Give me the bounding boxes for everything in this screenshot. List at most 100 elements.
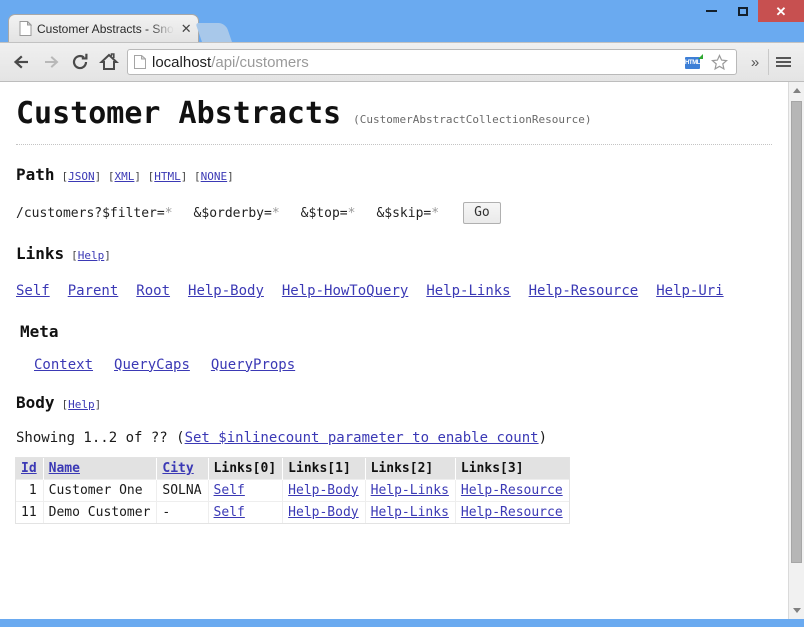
cell-link-0[interactable]: Self <box>208 478 284 502</box>
url-path: /api/customers <box>211 53 309 71</box>
path-format-json[interactable]: JSON <box>68 170 95 183</box>
column-header-id[interactable]: Id <box>16 457 44 480</box>
links-heading: Links <box>16 244 65 264</box>
hamburger-icon <box>775 55 791 69</box>
column-header-city[interactable]: City <box>156 457 209 480</box>
address-bar[interactable]: localhost/api/customers HTML <box>127 49 737 75</box>
home-icon <box>98 53 119 70</box>
meta-section: Meta Context QueryCaps QueryProps <box>16 302 772 373</box>
cell-link-0[interactable]: Self <box>208 500 284 523</box>
address-bar-url: localhost/api/customers <box>152 54 685 71</box>
tab-close-icon[interactable]: ✕ <box>181 22 192 35</box>
scroll-up-arrow-icon[interactable] <box>789 82 804 99</box>
body-heading: Body <box>16 392 55 412</box>
cell-link-2[interactable]: Help-Links <box>365 478 456 502</box>
body-section: Body [Help] Showing 1..2 of ?? (Set $inli… <box>16 373 772 523</box>
table-header-row: Id Name City Links[0] Links[1] Links[2] … <box>16 457 569 480</box>
page-content: Customer Abstracts (CustomerAbstractColle… <box>0 82 788 619</box>
customers-table: Id Name City Links[0] Links[1] Links[2] … <box>16 457 569 523</box>
cell-city: - <box>156 500 209 523</box>
cell-link-2[interactable]: Help-Links <box>365 500 456 523</box>
cell-link-3[interactable]: Help-Resource <box>455 500 569 523</box>
go-button[interactable]: Go <box>463 202 501 225</box>
cell-id: 1 <box>16 478 44 502</box>
column-header-city-link[interactable]: City <box>162 461 193 476</box>
link-parent[interactable]: Parent <box>68 283 119 299</box>
path-filter-input[interactable]: * <box>165 206 173 221</box>
minimize-button[interactable] <box>696 0 727 22</box>
html-validator-icon[interactable]: HTML <box>685 53 703 70</box>
reload-button[interactable] <box>65 48 94 76</box>
window-controls: ✕ <box>696 0 804 28</box>
cell-link-1[interactable]: Help-Body <box>282 500 366 523</box>
scroll-down-arrow-icon[interactable] <box>789 602 804 619</box>
bookmark-star-icon[interactable] <box>706 49 732 75</box>
body-help-link[interactable]: Help <box>68 398 95 411</box>
browser-window: Customer Abstracts - Sno ✕ ✕ localhost/a… <box>0 0 804 627</box>
maximize-button[interactable] <box>727 0 758 22</box>
scrollbar-thumb[interactable] <box>791 101 802 563</box>
column-header-name-link[interactable]: Name <box>49 461 80 476</box>
browser-tab[interactable]: Customer Abstracts - Sno ✕ <box>8 14 199 42</box>
url-host: localhost <box>152 53 212 71</box>
page-header: Customer Abstracts (CustomerAbstractColle… <box>16 96 772 131</box>
path-top-input[interactable]: * <box>348 206 356 221</box>
path-segment-top: &$top= <box>300 205 348 221</box>
table-header: Id Name City Links[0] Links[1] Links[2] … <box>16 457 569 480</box>
vertical-scrollbar[interactable] <box>788 82 804 619</box>
tab-strip: Customer Abstracts - Sno ✕ <box>8 12 232 42</box>
page-viewport: Customer Abstracts (CustomerAbstractColle… <box>0 82 804 622</box>
path-skip-input[interactable]: * <box>431 206 439 221</box>
row-link-self[interactable]: Self <box>214 505 245 520</box>
table-row: 1 Customer One SOLNA Self Help-Body Help… <box>16 478 569 502</box>
cell-id: 11 <box>16 500 44 523</box>
link-help-links[interactable]: Help-Links <box>426 283 510 299</box>
table-row: 11 Demo Customer - Self Help-Body Help-L… <box>16 500 569 523</box>
links-section: Links [Help] Self Parent Root Help-Body Help-… <box>16 224 772 301</box>
link-help-body[interactable]: Help-Body <box>188 283 264 299</box>
chrome-menu-button[interactable] <box>768 49 797 75</box>
row-link-self[interactable]: Self <box>214 483 245 498</box>
close-button[interactable]: ✕ <box>758 0 804 22</box>
row-link-help-links[interactable]: Help-Links <box>371 483 449 498</box>
row-link-help-resource[interactable]: Help-Resource <box>461 483 563 498</box>
links-help-link[interactable]: Help <box>78 249 105 262</box>
column-header-id-link[interactable]: Id <box>21 461 37 476</box>
back-button[interactable] <box>7 48 36 76</box>
row-link-help-body[interactable]: Help-Body <box>288 505 358 520</box>
back-arrow-icon <box>13 55 28 69</box>
path-orderby-input[interactable]: * <box>272 206 280 221</box>
meta-link-context[interactable]: Context <box>34 357 93 373</box>
path-format-none[interactable]: NONE <box>201 170 228 183</box>
path-format-links: [JSON] [XML] [HTML] [NONE] <box>61 170 234 183</box>
cell-link-1[interactable]: Help-Body <box>282 478 366 502</box>
home-button[interactable] <box>94 48 123 76</box>
path-format-xml[interactable]: XML <box>115 170 135 183</box>
showing-prefix: Showing 1..2 of ?? ( <box>16 429 185 446</box>
column-header-name[interactable]: Name <box>43 457 158 480</box>
new-tab-button[interactable] <box>195 23 232 42</box>
toolbar-overflow-button[interactable]: » <box>742 49 768 75</box>
path-format-html[interactable]: HTML <box>154 170 181 183</box>
page-favicon-icon <box>19 20 33 36</box>
link-self[interactable]: Self <box>16 283 50 299</box>
meta-link-querycaps[interactable]: QueryCaps <box>114 357 190 373</box>
cell-name: Customer One <box>43 478 158 502</box>
page-title: Customer Abstracts <box>16 96 342 131</box>
path-segment-skip: &$skip= <box>376 205 432 221</box>
link-help-resource[interactable]: Help-Resource <box>529 283 639 299</box>
row-link-help-resource[interactable]: Help-Resource <box>461 505 563 520</box>
path-section: Path [JSON] [XML] [HTML] [NONE] /customer… <box>16 145 772 225</box>
reload-icon <box>72 53 87 70</box>
link-help-howtoquery[interactable]: Help-HowToQuery <box>282 283 408 299</box>
cell-link-3[interactable]: Help-Resource <box>455 478 569 502</box>
row-link-help-links[interactable]: Help-Links <box>371 505 449 520</box>
column-header-links1: Links[1] <box>282 457 366 480</box>
row-link-help-body[interactable]: Help-Body <box>288 483 358 498</box>
inlinecount-link[interactable]: Set $inlinecount parameter to enable cou… <box>185 430 539 446</box>
meta-link-queryprops[interactable]: QueryProps <box>211 357 295 373</box>
title-bar: Customer Abstracts - Sno ✕ ✕ <box>0 0 804 42</box>
forward-button[interactable] <box>36 48 65 76</box>
link-root[interactable]: Root <box>136 283 170 299</box>
link-help-uri[interactable]: Help-Uri <box>656 283 723 299</box>
